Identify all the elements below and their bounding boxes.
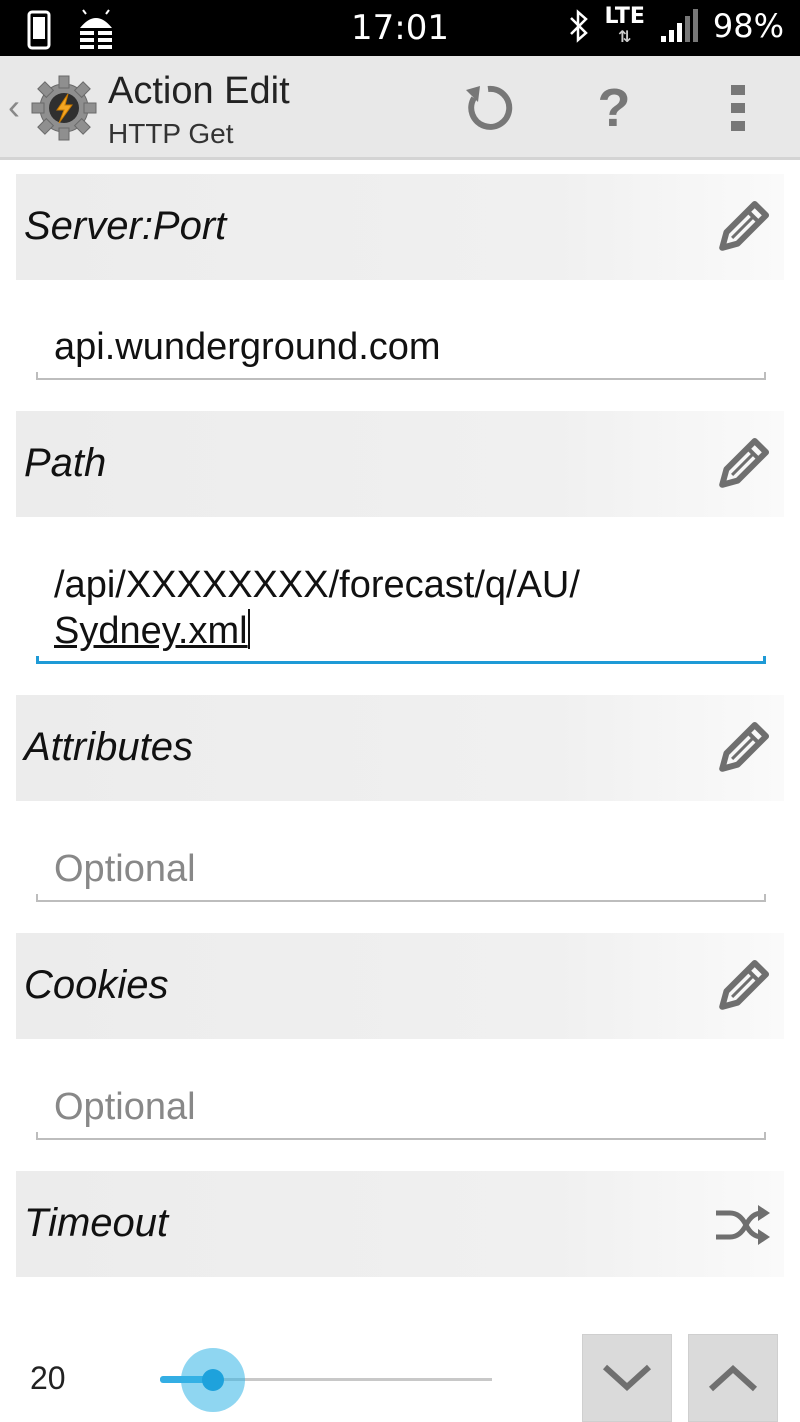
cookies-underline [36,1132,766,1140]
signal-strength-icon [660,9,698,42]
timeout-label: Timeout [24,1201,169,1245]
overflow-menu-button[interactable] [708,78,768,138]
pencil-icon[interactable] [712,719,772,779]
help-button[interactable]: ? [584,78,644,138]
overflow-menu-icon [731,85,745,131]
attributes-label: Attributes [24,725,193,769]
timeout-slider-thumb[interactable] [202,1369,225,1391]
attributes-input[interactable]: Optional [54,846,196,892]
cookies-field[interactable]: Optional [36,1082,766,1144]
timeout-value: 20 [30,1360,66,1396]
server-port-field[interactable]: api.wunderground.com [36,322,766,384]
tasker-app-icon[interactable] [30,74,98,142]
section-path: Path [16,411,784,517]
back-chevron-icon[interactable]: ‹ [8,86,20,128]
lte-label: LTE [604,4,645,29]
path-field[interactable]: /api/XXXXXXXX/forecast/q/AU/ Sydney.xml [36,560,766,670]
decrement-button[interactable] [582,1334,672,1422]
chevron-down-icon [602,1364,652,1392]
section-attributes: Attributes [16,695,784,801]
section-cookies: Cookies [16,933,784,1039]
section-server-port: Server:Port [16,174,784,280]
status-bar: 17:01 LTE ⇅ 98% [0,0,800,56]
lte-indicator: LTE ⇅ [604,6,644,46]
path-input-line2-text: Sydney.xml [54,610,248,652]
section-timeout: Timeout [16,1171,784,1277]
attributes-field[interactable]: Optional [36,844,766,906]
path-input-line1[interactable]: /api/XXXXXXXX/forecast/q/AU/ [54,562,580,608]
increment-button[interactable] [688,1334,778,1422]
data-activity-icon: ⇅ [617,27,632,46]
cookies-label: Cookies [24,963,169,1007]
path-underline [36,656,766,664]
attributes-underline [36,894,766,902]
help-icon: ? [597,78,631,138]
refresh-icon [466,85,513,130]
path-input-line2[interactable]: Sydney.xml [54,608,250,654]
pencil-icon[interactable] [712,435,772,495]
pencil-icon[interactable] [712,957,772,1017]
server-port-underline [36,372,766,380]
cookies-input[interactable]: Optional [54,1084,196,1130]
refresh-button[interactable] [458,78,518,138]
page-title: Action Edit [108,70,290,112]
pencil-icon[interactable] [712,198,772,258]
path-label: Path [24,441,107,485]
shuffle-icon[interactable] [712,1195,772,1255]
text-cursor [247,609,250,649]
action-bar: ‹ Action Edit HTTP Get ? [0,56,800,160]
server-port-label: Server:Port [24,204,227,248]
server-port-input[interactable]: api.wunderground.com [54,324,441,370]
chevron-up-icon [708,1364,758,1392]
page-subtitle: HTTP Get [108,118,234,149]
battery-level: 98% [712,7,784,45]
bluetooth-icon [570,9,589,43]
